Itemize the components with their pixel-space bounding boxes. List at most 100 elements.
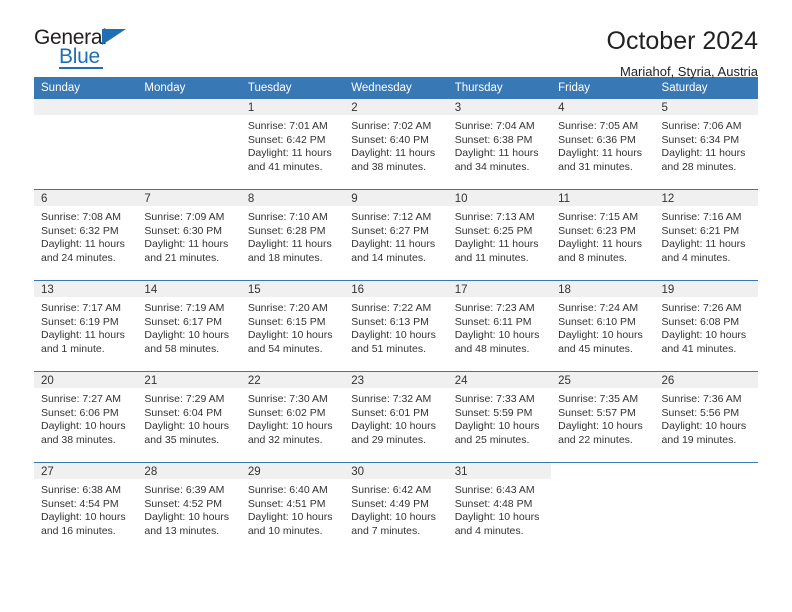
sun-info: Sunrise: 7:10 AM Sunset: 6:28 PM Daylight:…: [241, 206, 344, 265]
day-number: 4: [551, 99, 655, 115]
sun-info: Sunrise: 7:27 AM Sunset: 6:06 PM Daylight:…: [34, 388, 137, 447]
day-number: [137, 99, 241, 115]
daylight-text: Daylight: 10 hours and 7 minutes.: [351, 511, 436, 537]
calendar-day-cell[interactable]: 4 Sunrise: 7:05 AM Sunset: 6:36 PM Daylight…: [551, 99, 655, 190]
sun-info: Sunrise: 6:39 AM Sunset: 4:52 PM Daylight:…: [137, 479, 240, 538]
sunset-text: Sunset: 6:38 PM: [454, 133, 533, 146]
daylight-text: Daylight: 10 hours and 19 minutes.: [661, 420, 747, 446]
daylight-text: Daylight: 10 hours and 51 minutes.: [351, 329, 436, 355]
calendar-week-row: 13 Sunrise: 7:17 AM Sunset: 6:19 PM Dayligh…: [34, 280, 758, 372]
sunset-text: Sunset: 6:01 PM: [351, 406, 429, 419]
calendar-day-cell[interactable]: 9 Sunrise: 7:12 AM Sunset: 6:27 PM Daylight…: [344, 189, 448, 281]
sun-info: Sunrise: 7:33 AM Sunset: 5:59 PM Daylight:…: [448, 388, 551, 447]
calendar-day-cell[interactable]: 23 Sunrise: 7:32 AM Sunset: 6:01 PM Dayligh…: [344, 371, 448, 463]
sun-info: Sunrise: 7:09 AM Sunset: 6:30 PM Daylight:…: [137, 206, 240, 265]
calendar-day-cell[interactable]: 29 Sunrise: 6:40 AM Sunset: 4:51 PM Dayligh…: [240, 462, 345, 553]
sunrise-text: Sunrise: 6:39 AM: [144, 484, 225, 496]
calendar-day-cell[interactable]: 18 Sunrise: 7:24 AM Sunset: 6:10 PM Dayligh…: [551, 280, 655, 372]
logo-text-blue: Blue: [59, 45, 100, 68]
sunrise-text: Sunrise: 7:23 AM: [454, 302, 535, 314]
day-number: 14: [137, 281, 241, 297]
day-number: 16: [344, 281, 448, 297]
sunset-text: Sunset: 5:56 PM: [661, 406, 740, 419]
sunrise-text: Sunrise: 7:17 AM: [41, 302, 121, 314]
calendar-day-cell[interactable]: 15 Sunrise: 7:20 AM Sunset: 6:15 PM Dayligh…: [240, 280, 345, 372]
calendar-page: General Blue October 2024 Mariahof, Styr…: [0, 0, 792, 612]
sunset-text: Sunset: 6:13 PM: [351, 315, 429, 328]
daylight-text: Daylight: 11 hours and 8 minutes.: [558, 238, 642, 264]
day-number: 27: [34, 463, 138, 479]
calendar-day-cell[interactable]: 11 Sunrise: 7:15 AM Sunset: 6:23 PM Dayligh…: [551, 189, 655, 281]
day-number: 3: [447, 99, 552, 115]
day-number: 31: [447, 463, 552, 479]
sun-info: Sunrise: 7:19 AM Sunset: 6:17 PM Daylight:…: [137, 297, 240, 356]
day-number: 28: [137, 463, 241, 479]
daylight-text: Daylight: 10 hours and 13 minutes.: [144, 511, 230, 537]
calendar-day-cell[interactable]: 31 Sunrise: 6:43 AM Sunset: 4:48 PM Dayligh…: [447, 462, 552, 553]
sunset-text: Sunset: 6:40 PM: [351, 133, 429, 146]
daylight-text: Daylight: 11 hours and 41 minutes.: [247, 147, 332, 173]
calendar-day-cell[interactable]: 7 Sunrise: 7:09 AM Sunset: 6:30 PM Daylight…: [137, 189, 241, 281]
calendar-day-cell[interactable]: 19 Sunrise: 7:26 AM Sunset: 6:08 PM Dayligh…: [654, 280, 758, 372]
sunrise-text: Sunrise: 7:06 AM: [661, 120, 742, 132]
sunset-text: Sunset: 6:11 PM: [454, 315, 532, 328]
daylight-text: Daylight: 11 hours and 28 minutes.: [661, 147, 746, 173]
triangle-icon: [102, 29, 126, 45]
sun-info: Sunrise: 7:06 AM Sunset: 6:34 PM Daylight:…: [655, 115, 758, 174]
calendar-day-cell[interactable]: 10 Sunrise: 7:13 AM Sunset: 6:25 PM Dayligh…: [447, 189, 552, 281]
calendar-day-cell[interactable]: 26 Sunrise: 7:36 AM Sunset: 5:56 PM Dayligh…: [654, 371, 758, 463]
calendar-day-cell[interactable]: 27 Sunrise: 6:38 AM Sunset: 4:54 PM Dayligh…: [34, 462, 138, 553]
calendar-day-cell[interactable]: 14 Sunrise: 7:19 AM Sunset: 6:17 PM Dayligh…: [137, 280, 241, 372]
calendar-day-cell[interactable]: 2 Sunrise: 7:02 AM Sunset: 6:40 PM Daylight…: [344, 99, 448, 190]
calendar-day-cell[interactable]: 5 Sunrise: 7:06 AM Sunset: 6:34 PM Daylight…: [654, 99, 758, 190]
title-block: October 2024 Mariahof, Styria, Austria: [607, 26, 759, 78]
day-number: 20: [34, 372, 138, 388]
calendar-day-cell[interactable]: 24 Sunrise: 7:33 AM Sunset: 5:59 PM Dayligh…: [447, 371, 552, 463]
calendar-day-cell[interactable]: 28 Sunrise: 6:39 AM Sunset: 4:52 PM Dayligh…: [137, 462, 241, 553]
sun-info: Sunrise: 7:02 AM Sunset: 6:40 PM Daylight:…: [344, 115, 447, 174]
calendar-day-cell[interactable]: 22 Sunrise: 7:30 AM Sunset: 6:02 PM Dayligh…: [240, 371, 345, 463]
calendar-day-cell[interactable]: 8 Sunrise: 7:10 AM Sunset: 6:28 PM Daylight…: [240, 189, 345, 281]
daylight-text: Daylight: 11 hours and 21 minutes.: [144, 238, 229, 264]
sunrise-text: Sunrise: 7:09 AM: [144, 211, 225, 223]
calendar-day-cell[interactable]: 30 Sunrise: 6:42 AM Sunset: 4:49 PM Dayligh…: [344, 462, 448, 553]
day-number: 30: [344, 463, 448, 479]
calendar-cell-empty: [654, 462, 758, 553]
weekday-header-row: Sunday Monday Tuesday Wednesday Thursday…: [34, 77, 758, 99]
sun-info: Sunrise: 7:22 AM Sunset: 6:13 PM Daylight:…: [344, 297, 447, 356]
daylight-text: Daylight: 10 hours and 32 minutes.: [247, 420, 333, 446]
calendar-week-row: 27 Sunrise: 6:38 AM Sunset: 4:54 PM Dayligh…: [34, 462, 758, 553]
sun-info: Sunrise: 7:35 AM Sunset: 5:57 PM Daylight:…: [551, 388, 654, 447]
sunrise-text: Sunrise: 7:20 AM: [247, 302, 328, 314]
sunset-text: Sunset: 6:04 PM: [144, 406, 223, 419]
calendar-day-cell[interactable]: 25 Sunrise: 7:35 AM Sunset: 5:57 PM Dayligh…: [551, 371, 655, 463]
daylight-text: Daylight: 10 hours and 45 minutes.: [558, 329, 643, 355]
sunset-text: Sunset: 6:08 PM: [661, 315, 740, 328]
weekday-header-monday: Monday: [137, 77, 241, 99]
calendar-day-cell[interactable]: 12 Sunrise: 7:16 AM Sunset: 6:21 PM Dayligh…: [654, 189, 758, 281]
calendar-day-cell[interactable]: 1 Sunrise: 7:01 AM Sunset: 6:42 PM Daylight…: [240, 99, 345, 190]
sunset-text: Sunset: 5:59 PM: [454, 406, 533, 419]
sun-info: Sunrise: 7:05 AM Sunset: 6:36 PM Daylight:…: [551, 115, 654, 174]
weekday-header-friday: Friday: [551, 77, 655, 99]
daylight-text: Daylight: 11 hours and 18 minutes.: [247, 238, 332, 264]
calendar-week-row: 1 Sunrise: 7:01 AM Sunset: 6:42 PM Daylight…: [34, 99, 758, 190]
sunrise-text: Sunrise: 7:33 AM: [454, 393, 535, 405]
sunset-text: Sunset: 6:34 PM: [661, 133, 740, 146]
calendar-day-cell[interactable]: 17 Sunrise: 7:23 AM Sunset: 6:11 PM Dayligh…: [447, 280, 552, 372]
calendar-day-cell[interactable]: 6 Sunrise: 7:08 AM Sunset: 6:32 PM Daylight…: [34, 189, 138, 281]
calendar-day-cell[interactable]: 21 Sunrise: 7:29 AM Sunset: 6:04 PM Dayligh…: [137, 371, 241, 463]
calendar-day-cell[interactable]: 20 Sunrise: 7:27 AM Sunset: 6:06 PM Dayligh…: [34, 371, 138, 463]
sunrise-text: Sunrise: 7:29 AM: [144, 393, 225, 405]
calendar-day-cell[interactable]: 16 Sunrise: 7:22 AM Sunset: 6:13 PM Dayligh…: [344, 280, 448, 372]
calendar-day-cell[interactable]: 3 Sunrise: 7:04 AM Sunset: 6:38 PM Daylight…: [447, 99, 552, 190]
day-number: 21: [137, 372, 241, 388]
sun-info: Sunrise: 7:24 AM Sunset: 6:10 PM Daylight:…: [551, 297, 654, 356]
sunrise-text: Sunrise: 6:42 AM: [351, 484, 432, 496]
calendar-day-cell[interactable]: 13 Sunrise: 7:17 AM Sunset: 6:19 PM Dayligh…: [34, 280, 138, 372]
sun-info: Sunrise: 7:04 AM Sunset: 6:38 PM Daylight:…: [448, 115, 551, 174]
sunset-text: Sunset: 6:30 PM: [144, 224, 223, 237]
daylight-text: Daylight: 10 hours and 10 minutes.: [247, 511, 333, 537]
sun-info: Sunrise: 7:13 AM Sunset: 6:25 PM Daylight:…: [448, 206, 551, 265]
sunrise-text: Sunrise: 7:35 AM: [558, 393, 639, 405]
